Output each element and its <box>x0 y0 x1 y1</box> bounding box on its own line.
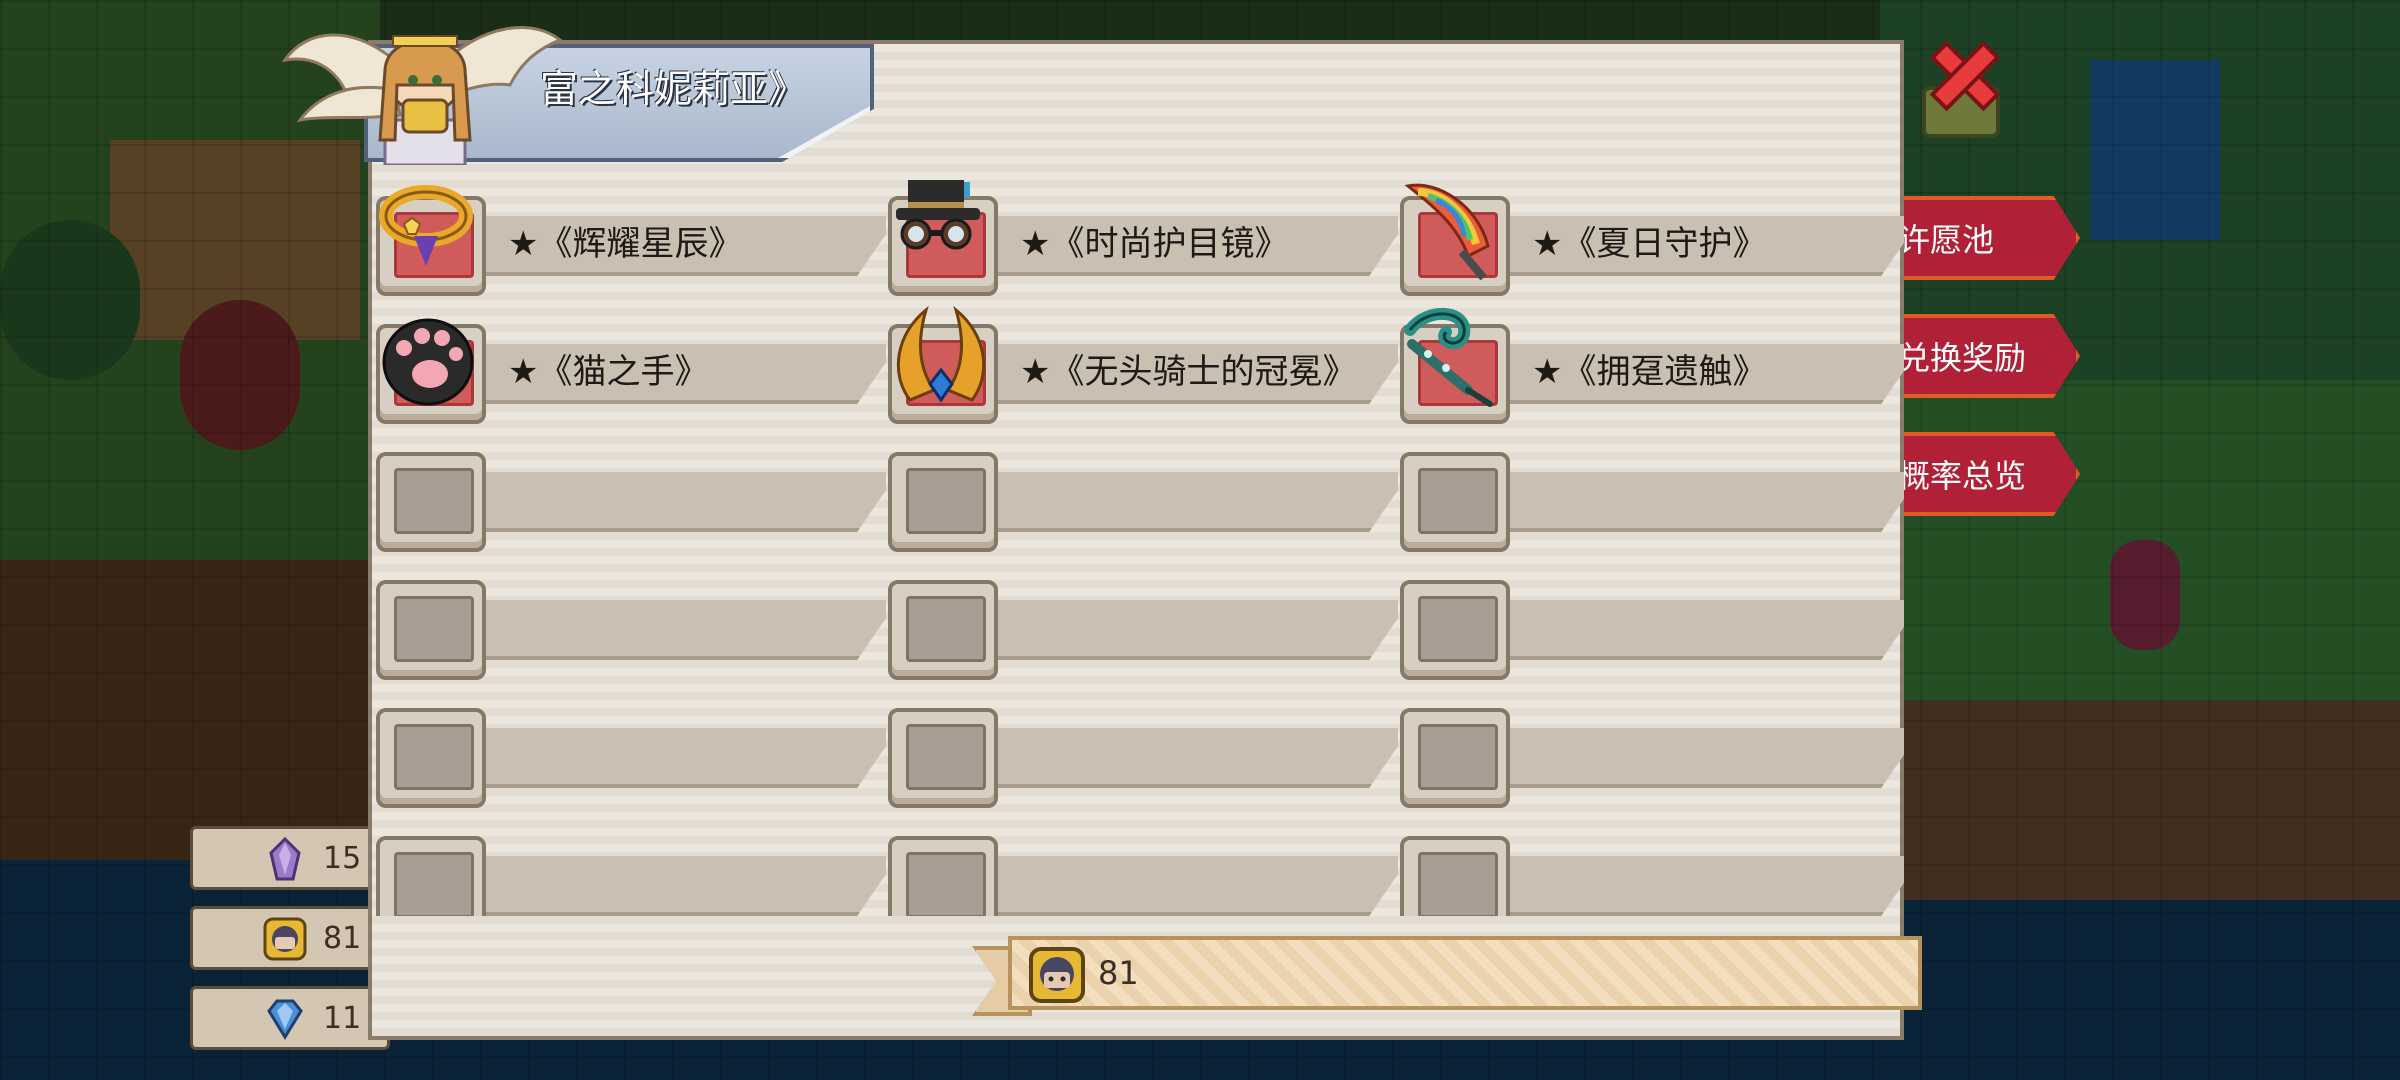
exchange-reward-label: 兑换奖励 <box>1898 339 2027 377</box>
item-name: ★《拥趸遗触》 <box>1532 352 1767 392</box>
character-token-icon <box>1029 947 1085 1003</box>
item-slot[interactable]: ★《猫之手》 <box>376 304 886 424</box>
token-count-bar: 81 <box>972 936 1922 1016</box>
empty-item-slot[interactable] <box>1400 688 1904 808</box>
item-name: ★《辉耀星辰》 <box>508 224 743 264</box>
item-slot[interactable]: ★《拥趸遗触》 <box>1400 304 1904 424</box>
golden-horns-icon <box>896 305 986 403</box>
character-avatar <box>281 26 563 165</box>
item-grid: ★《辉耀星辰》 ★《时尚护目镜》 ★《夏日守护》 ★《猫之手》 ★《无头骑士的冠… <box>376 176 1904 916</box>
empty-item-slot[interactable] <box>376 816 886 916</box>
item-name: ★《无头骑士的冠冕》 <box>1020 352 1357 392</box>
dialog-title: 富之科妮莉亚》 <box>540 67 807 111</box>
empty-item-slot[interactable] <box>888 816 1398 916</box>
empty-item-slot[interactable] <box>376 432 886 552</box>
currency-crystal-value: 15 <box>323 840 362 876</box>
item-slot[interactable]: ★《无头骑士的冠冕》 <box>888 304 1398 424</box>
item-name: ★《猫之手》 <box>508 352 709 392</box>
close-button[interactable] <box>1920 30 2010 140</box>
rainbow-weapon-icon <box>1404 183 1490 281</box>
tentacle-staff-icon <box>1404 308 1493 407</box>
empty-item-slot[interactable] <box>376 560 886 680</box>
golden-ring-icon <box>379 185 473 266</box>
currency-gem: 11 <box>190 986 390 1050</box>
purple-crystal-icon <box>269 837 301 881</box>
odds-overview-label: 概率总览 <box>1898 457 2027 495</box>
currency-token-value: 81 <box>323 920 362 956</box>
empty-item-slot[interactable] <box>376 688 886 808</box>
goggles-hat-icon <box>896 180 980 250</box>
currency-gem-value: 11 <box>323 1000 362 1036</box>
currency-token: 81 <box>190 906 390 970</box>
item-slot[interactable]: ★《时尚护目镜》 <box>888 176 1398 296</box>
close-icon <box>1922 40 2001 138</box>
empty-item-slot[interactable] <box>888 688 1398 808</box>
empty-item-slot[interactable] <box>888 432 1398 552</box>
item-name: ★《夏日守护》 <box>1532 224 1767 264</box>
blue-gem-icon <box>267 999 303 1040</box>
item-slot[interactable]: ★《辉耀星辰》 <box>376 176 886 296</box>
empty-item-slot[interactable] <box>888 560 1398 680</box>
currency-crystal: 15 <box>190 826 390 890</box>
empty-item-slot[interactable] <box>1400 432 1904 552</box>
cat-paw-icon <box>382 318 474 406</box>
item-name: ★《时尚护目镜》 <box>1020 224 1289 264</box>
token-count-value: 81 <box>1098 954 1139 992</box>
wish-pool-label: 许愿池 <box>1898 221 1995 259</box>
character-token-icon <box>263 917 307 961</box>
empty-item-slot[interactable] <box>1400 560 1904 680</box>
empty-item-slot[interactable] <box>1400 816 1904 916</box>
item-slot[interactable]: ★《夏日守护》 <box>1400 176 1904 296</box>
